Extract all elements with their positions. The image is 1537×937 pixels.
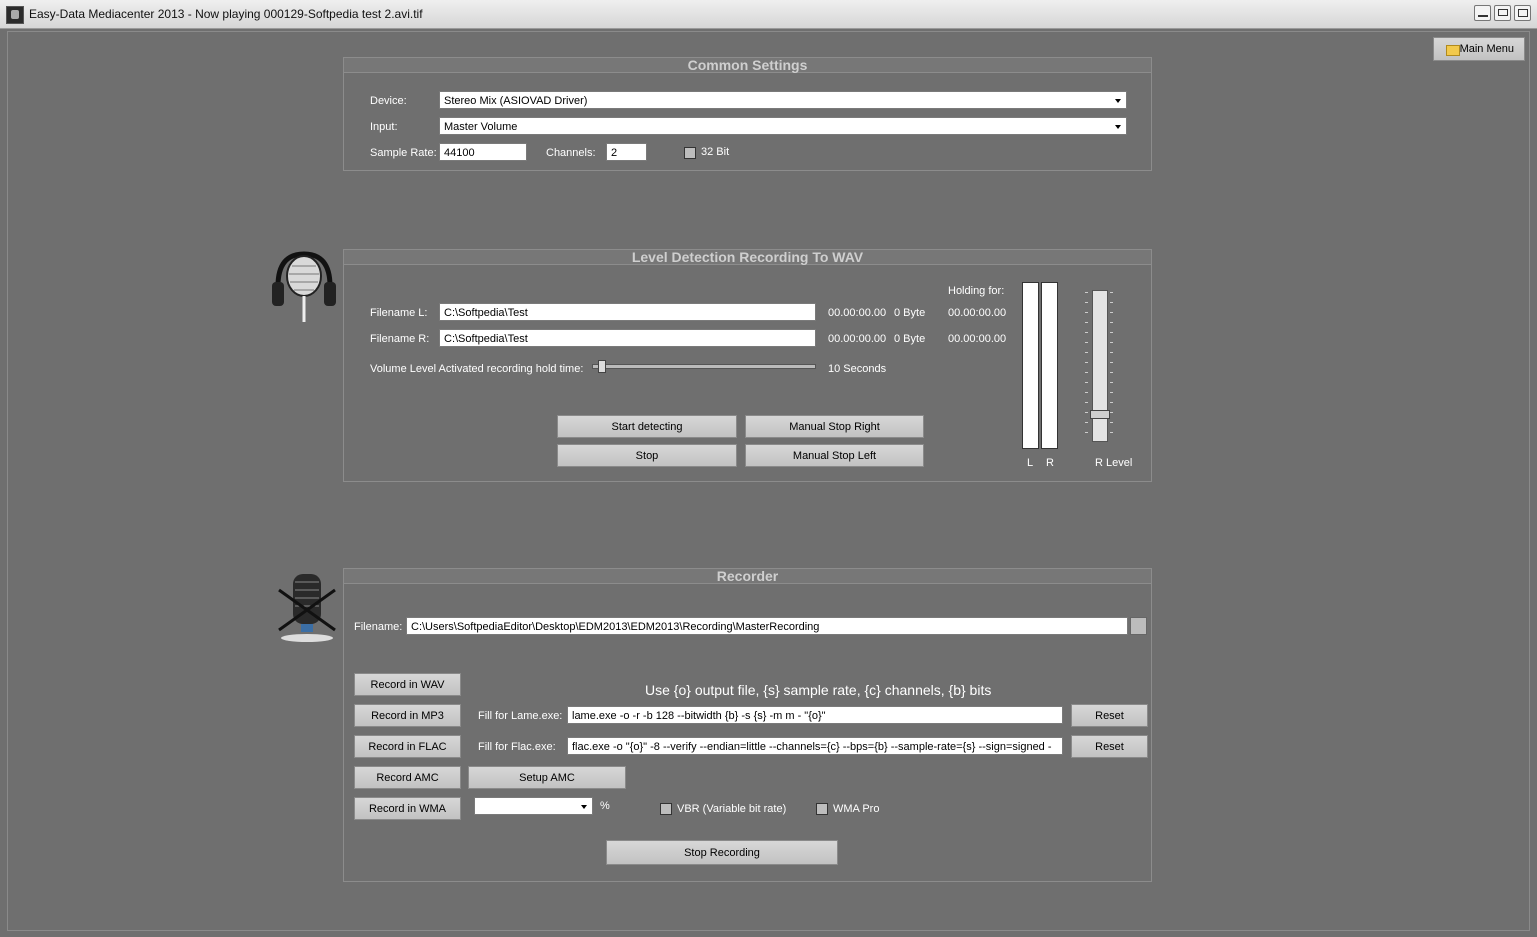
hold-time-slider[interactable] [592,359,816,373]
device-select[interactable]: Stereo Mix (ASIOVAD Driver) [439,91,1127,109]
placeholder-hint: Use {o} output file, {s} sample rate, {c… [645,682,992,698]
record-mp3-button[interactable]: Record in MP3 [354,704,461,727]
app-icon [6,6,24,24]
lame-command-input[interactable]: lame.exe -o -r -b 128 --bitwidth {b} -s … [567,706,1063,724]
l-time: 00.00:00.00 [828,307,887,319]
device-label: Device: [370,95,407,107]
holding-label: Holding for: [948,285,1005,297]
filename-l-label: Filename L: [370,307,428,319]
manual-stop-right-button[interactable]: Manual Stop Right [745,415,924,438]
sample-rate-input[interactable]: 44100 [439,143,527,161]
record-amc-button[interactable]: Record AMC [354,766,461,789]
flac-command-input[interactable]: flac.exe -o "{o}" -8 --verify --endian=l… [567,737,1063,755]
lame-label: Fill for Lame.exe: [478,710,563,722]
hold-time-value: 10 Seconds [828,363,887,375]
window-title: Easy-Data Mediacenter 2013 - Now playing… [29,7,423,21]
input-label: Input: [370,121,398,133]
microphone-headphones-icon [272,251,336,322]
flac-fill-label: Fill for Flac.exe: [478,741,556,753]
meter-r-label: R [1046,457,1054,469]
channels-input[interactable]: 2 [606,143,647,161]
browse-button[interactable] [1130,617,1147,635]
recorder-filename-label: Filename: [354,621,403,633]
level-detection-title: Level Detection Recording To WAV [344,250,1151,265]
chevron-down-icon [1115,125,1121,129]
wma-pro-checkbox[interactable] [816,803,828,815]
input-select[interactable]: Master Volume [439,117,1127,135]
r-level-slider[interactable] [1085,288,1115,443]
r-hold: 00.00:00.00 [948,333,1007,345]
stop-button[interactable]: Stop [557,444,737,467]
minimize-icon[interactable] [1474,5,1491,21]
wma-pro-label: WMA Pro [833,803,880,815]
record-wav-button[interactable]: Record in WAV [354,673,461,696]
close-icon[interactable] [1514,5,1531,21]
reset-lame-button[interactable]: Reset [1071,704,1148,727]
manual-stop-left-button[interactable]: Manual Stop Left [745,444,924,467]
vbr-label: VBR (Variable bit rate) [677,803,787,815]
title-bar: Easy-Data Mediacenter 2013 - Now playing… [0,0,1537,29]
folder-icon [1446,45,1460,56]
filename-r-input[interactable]: C:\Softpedia\Test [439,329,816,347]
setup-amc-button[interactable]: Setup AMC [468,766,626,789]
recorder-panel: Recorder [343,568,1152,882]
percent-label: % [600,800,610,812]
level-meter-right [1041,282,1058,449]
r-level-label: R Level [1095,457,1133,469]
r-time: 00.00:00.00 [828,333,887,345]
l-hold: 00.00:00.00 [948,307,1007,319]
r-size: 0 Byte [894,333,926,345]
slider-thumb[interactable] [598,360,606,373]
l-size: 0 Byte [894,307,926,319]
main-menu-button[interactable]: Main Menu [1433,37,1525,61]
mic-stand-icon [278,574,336,642]
filename-r-label: Filename R: [370,333,430,345]
vbr-checkbox[interactable] [660,803,672,815]
slider-thumb[interactable] [1090,410,1110,419]
record-wma-button[interactable]: Record in WMA [354,797,461,820]
sample-rate-label: Sample Rate: [370,147,437,159]
hold-time-label: Volume Level Activated recording hold ti… [370,363,584,375]
start-detecting-button[interactable]: Start detecting [557,415,737,438]
stop-recording-button[interactable]: Stop Recording [606,840,838,865]
bit32-label: 32 Bit [701,146,730,158]
wma-quality-select[interactable] [474,797,593,815]
chevron-down-icon [581,805,587,809]
recorder-filename-input[interactable]: C:\Users\SoftpediaEditor\Desktop\EDM2013… [406,617,1128,635]
chevron-down-icon [1115,99,1121,103]
restore-icon[interactable] [1494,5,1511,21]
meter-l-label: L [1027,457,1034,469]
record-flac-button[interactable]: Record in FLAC [354,735,461,758]
reset-flac-button[interactable]: Reset [1071,735,1148,758]
common-settings-title: Common Settings [344,58,1151,73]
channels-label: Channels: [546,147,596,159]
recorder-title: Recorder [344,569,1151,584]
level-meter-left [1022,282,1039,449]
bit32-checkbox[interactable] [684,147,696,159]
filename-l-input[interactable]: C:\Softpedia\Test [439,303,816,321]
